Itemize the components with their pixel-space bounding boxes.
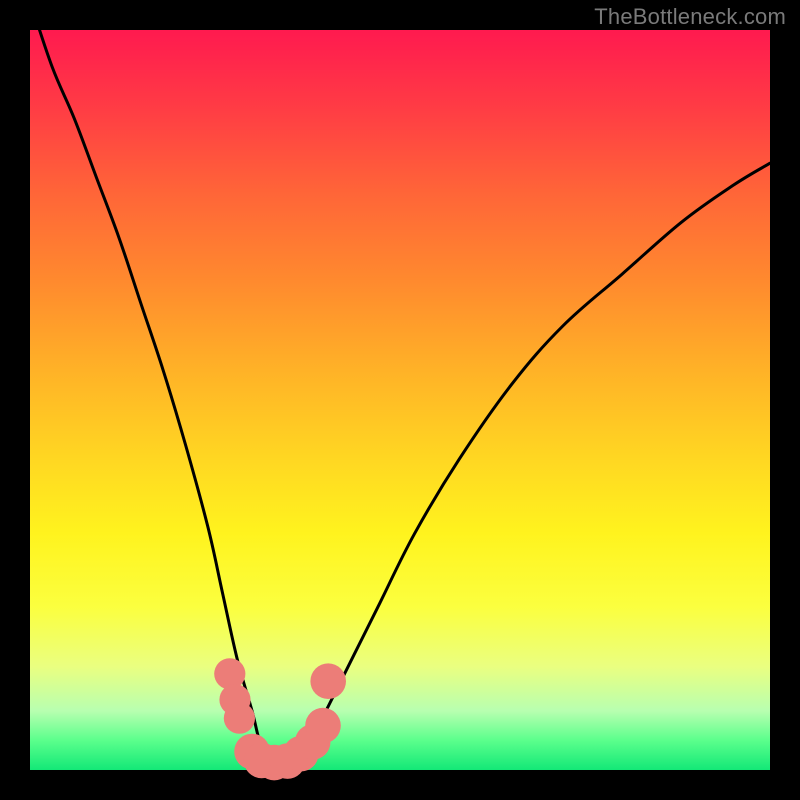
highlight-dot [224, 703, 255, 734]
watermark-text: TheBottleneck.com [594, 4, 786, 30]
highlight-dot [305, 708, 341, 744]
highlight-dots [214, 658, 346, 780]
highlight-dot [214, 658, 245, 689]
plot-area [30, 30, 770, 770]
highlight-dot [310, 663, 346, 699]
curve-layer [30, 30, 770, 770]
bottleneck-curve [30, 0, 770, 763]
chart-frame: TheBottleneck.com [0, 0, 800, 800]
